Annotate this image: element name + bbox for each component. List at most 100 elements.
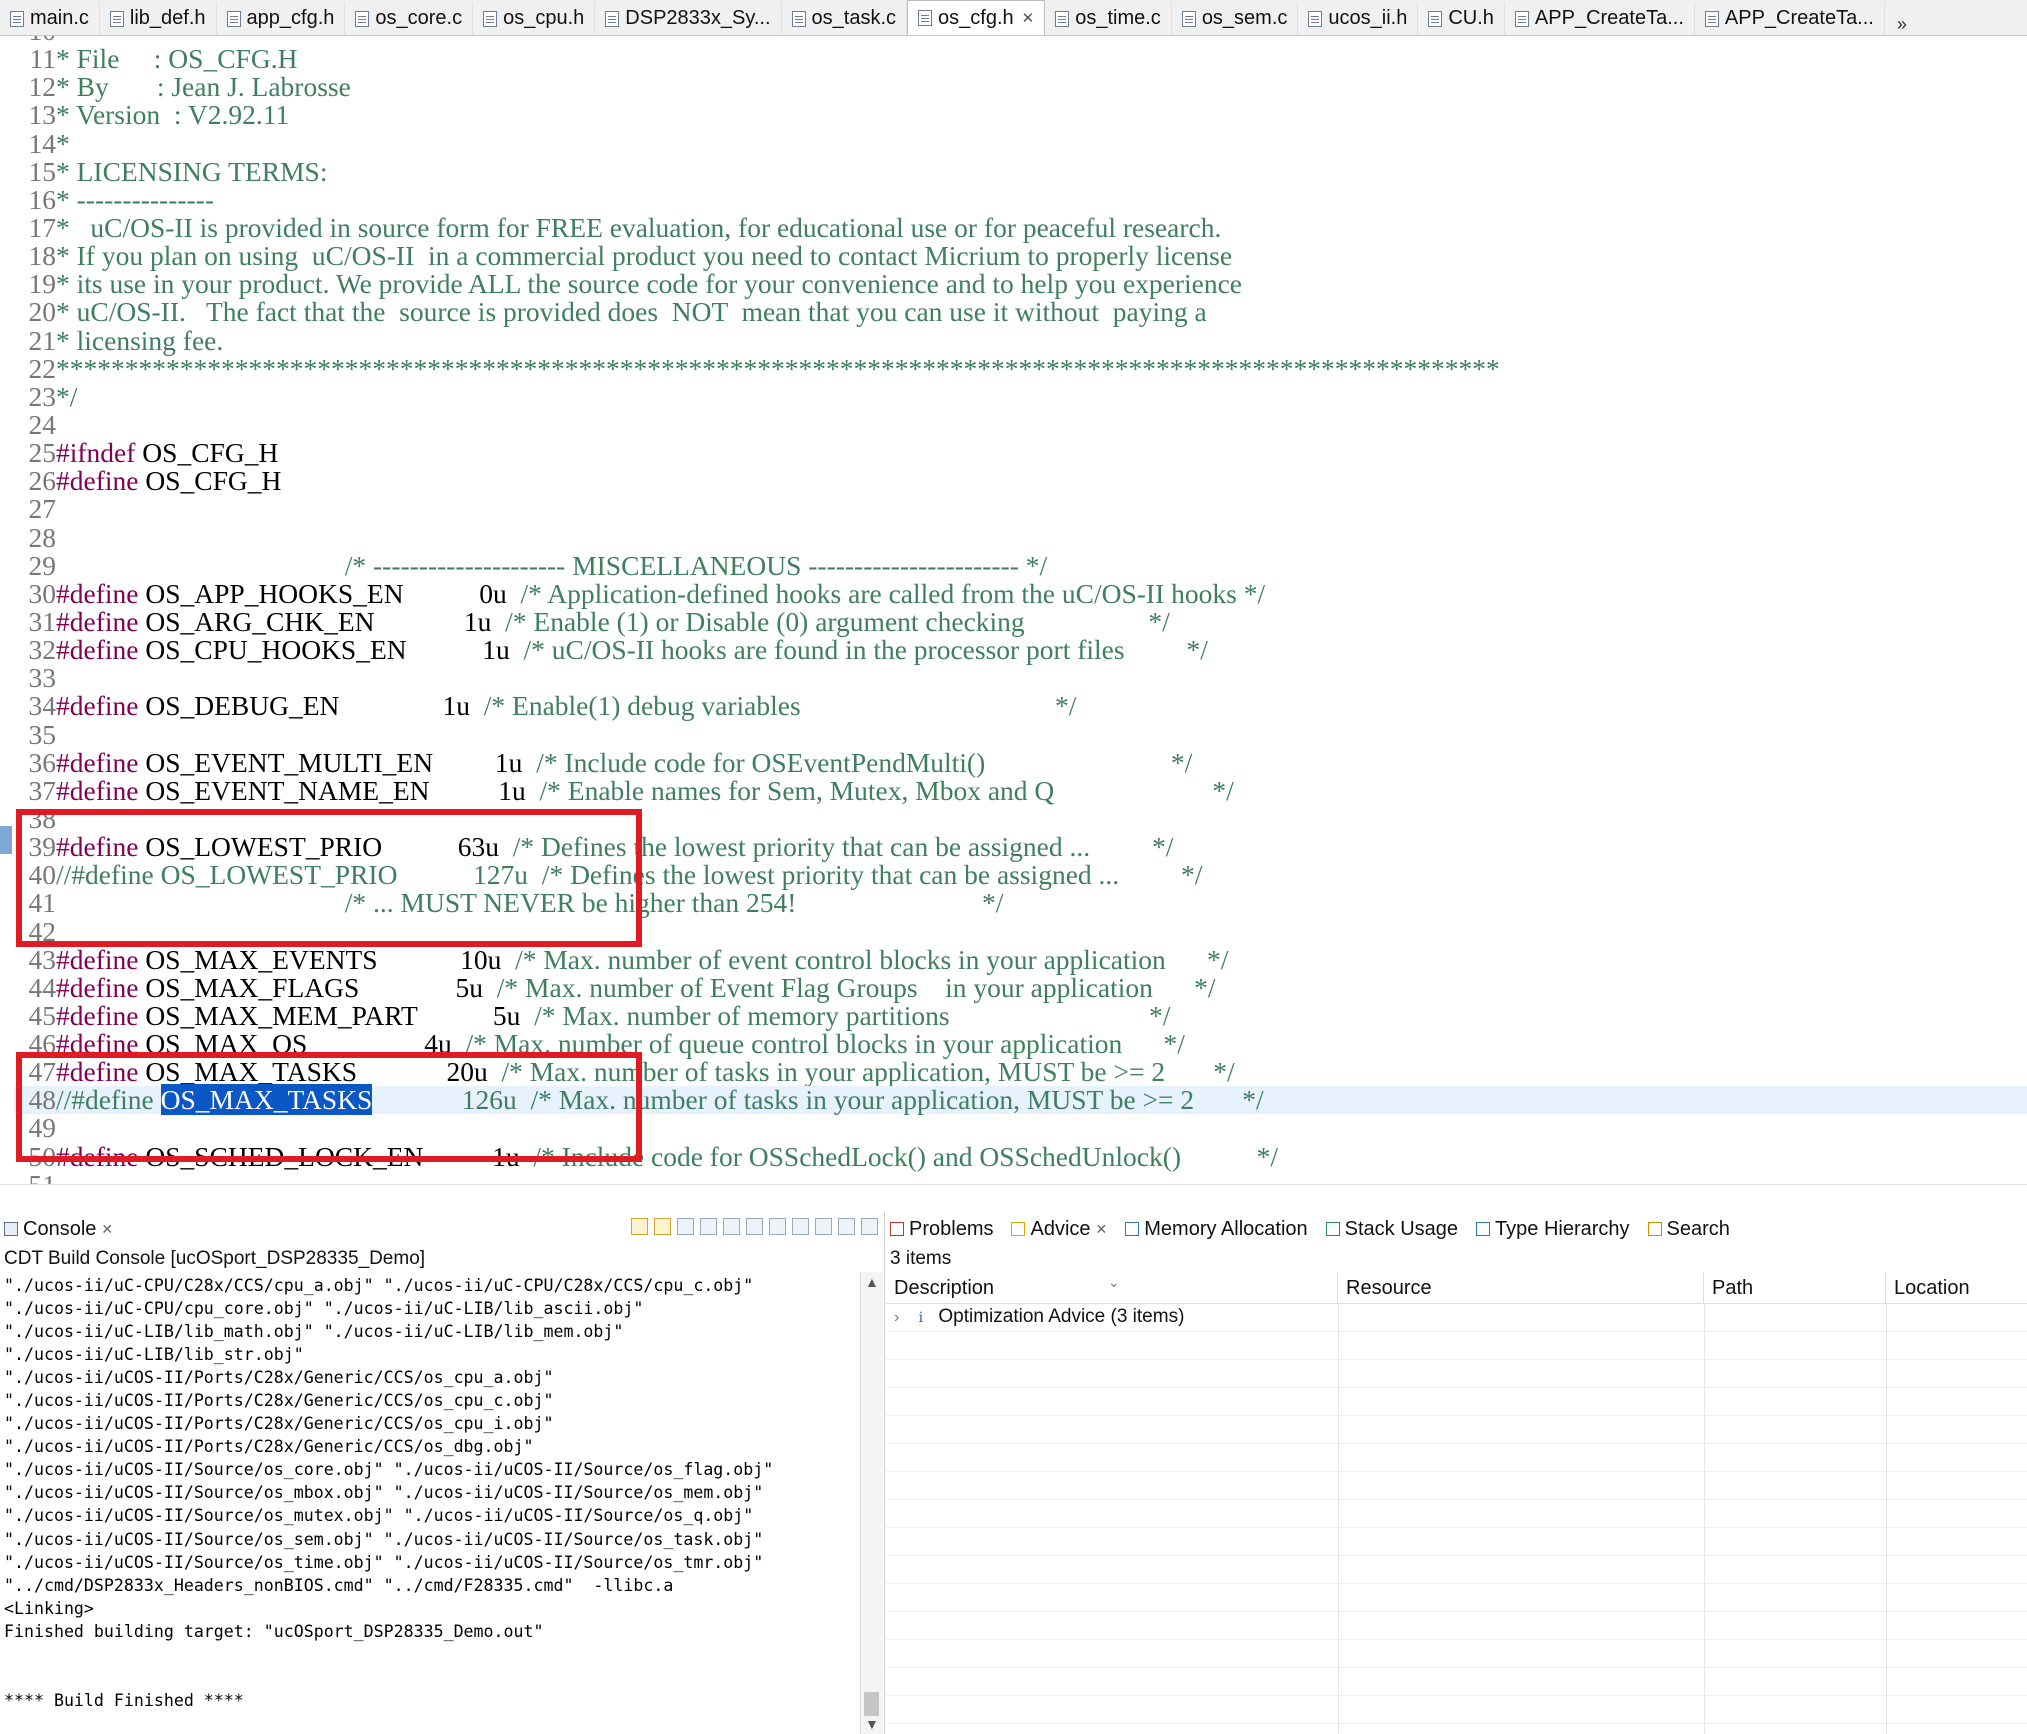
code-line[interactable]: 18* If you plan on using uC/OS-II in a c… (14, 240, 2027, 272)
minimize-icon[interactable] (838, 1218, 855, 1235)
code-line[interactable]: 21* licensing fee. (14, 326, 2027, 355)
scroll-down-icon[interactable]: ▼ (865, 1716, 879, 1732)
preprocessor-keyword: #define (56, 774, 139, 806)
scroll-up-icon[interactable]: ▲ (865, 1274, 879, 1290)
console-vertical-scrollbar[interactable]: ▲ ▼ (860, 1272, 883, 1734)
arrow-up-icon[interactable] (654, 1218, 671, 1235)
code-line[interactable]: 12* By : Jean J. Labrosse (14, 73, 2027, 101)
column-resource[interactable]: Resource (1338, 1272, 1704, 1304)
editor-tab[interactable]: os_task.c (782, 2, 908, 35)
editor-tab[interactable]: DSP2833x_Sy... (595, 2, 782, 35)
scroll-lock-icon[interactable] (631, 1218, 648, 1235)
code-line[interactable]: 44#define OS_MAX_FLAGS 5u /* Max. number… (14, 971, 2027, 1003)
editor-tab[interactable]: main.c (0, 2, 100, 35)
editor-tab[interactable]: CU.h (1418, 2, 1505, 35)
file-icon (1055, 10, 1070, 27)
editor-tab[interactable]: os_sem.c (1172, 2, 1299, 35)
editor-tab[interactable]: os_cfg.h ✕ (907, 0, 1046, 35)
code-text: OS_ARG_CHK_EN 1u (138, 605, 492, 637)
editor-tab-label: DSP2833x_Sy... (625, 7, 771, 29)
code-line[interactable]: 17* uC/OS-II is provided in source form … (14, 213, 2027, 242)
tab-label: Type Hierarchy (1495, 1217, 1630, 1240)
code-lines[interactable]: 10*11* File : OS_CFG.H12* By : Jean J. L… (14, 36, 2027, 1186)
code-line[interactable]: 19* its use in your product. We provide … (14, 270, 2027, 298)
pin-icon[interactable] (769, 1218, 786, 1235)
code-line[interactable]: 35 (14, 720, 2027, 749)
preprocessor-keyword: #define (56, 971, 139, 1003)
editor-tab[interactable]: os_cpu.h (473, 2, 596, 35)
column-location[interactable]: Location (1886, 1272, 2027, 1304)
tab-console[interactable]: Console ✕ (0, 1218, 113, 1241)
column-description[interactable]: Description ⌄ (886, 1272, 1338, 1304)
advice-table[interactable]: Description ⌄ Resource Path Location › i… (886, 1272, 2027, 1734)
code-line[interactable]: 43#define OS_MAX_EVENTS 10u /* Max. numb… (14, 945, 2027, 974)
code-line[interactable]: 22**************************************… (14, 354, 2027, 383)
editor-tab[interactable]: os_core.c (345, 2, 474, 35)
code-text: OS_DEBUG_EN 1u (138, 690, 470, 722)
code-line[interactable]: 45#define OS_MAX_MEM_PART 5u /* Max. num… (14, 1001, 2027, 1030)
code-line[interactable]: 25#ifndef OS_CFG_H (14, 437, 2027, 469)
code-line[interactable]: 29 /* --------------------- MISCELLANEOU… (14, 551, 2027, 580)
word-wrap-icon[interactable] (746, 1218, 763, 1235)
console-line: "./ucos-ii/uCOS-II/Source/os_time.obj" "… (4, 1552, 764, 1572)
new-console-icon[interactable] (815, 1218, 832, 1235)
column-resource-label: Resource (1346, 1277, 1432, 1299)
code-text: OS_APP_HOOKS_EN 0u (138, 577, 507, 609)
column-path[interactable]: Path (1704, 1272, 1886, 1304)
code-line[interactable]: 31#define OS_ARG_CHK_EN 1u /* Enable (1)… (14, 605, 2027, 637)
editor-tab[interactable]: APP_CreateTa... (1695, 2, 1885, 35)
code-line[interactable]: 13* Version : V2.92.11 (14, 101, 2027, 129)
maximize-icon[interactable] (861, 1218, 878, 1235)
copy-icon[interactable] (700, 1218, 717, 1235)
code-line[interactable]: 36#define OS_EVENT_MULTI_EN 1u /* Includ… (14, 748, 2027, 777)
editor-tab-label: os_task.c (811, 7, 897, 29)
editor-tab[interactable]: lib_def.h (100, 2, 217, 35)
code-line[interactable]: 23*/ (14, 382, 2027, 411)
code-line[interactable]: 14* (14, 129, 2027, 158)
tab-stack-usage[interactable]: Stack Usage (1322, 1218, 1458, 1241)
expand-chevron-icon[interactable]: › (894, 1309, 899, 1326)
editor-tab[interactable]: os_time.c (1045, 2, 1172, 35)
code-line[interactable]: 20* uC/OS-II. The fact that the source i… (14, 298, 2027, 326)
preprocessor-keyword: #ifndef (56, 437, 136, 469)
tab-type-hierarchy[interactable]: Type Hierarchy (1472, 1218, 1630, 1241)
code-line[interactable]: 26#define OS_CFG_H (14, 467, 2027, 495)
code-line[interactable]: 11* File : OS_CFG.H (14, 43, 2027, 75)
code-line[interactable]: 24 (14, 410, 2027, 439)
display-console-icon[interactable] (792, 1218, 809, 1235)
tab-advice[interactable]: Advice ✕ (1007, 1218, 1107, 1241)
tab-search[interactable]: Search (1644, 1218, 1730, 1241)
comment-text: * Version : V2.92.11 (56, 99, 290, 131)
code-line[interactable]: 15* LICENSING TERMS: (14, 155, 2027, 187)
line-number: 15 (28, 155, 57, 187)
line-number: 25 (28, 437, 57, 469)
code-line[interactable]: 37#define OS_EVENT_NAME_EN 1u /* Enable … (14, 774, 2027, 806)
comment-text: * File : OS_CFG.H (56, 43, 298, 75)
paste-icon[interactable] (723, 1218, 740, 1235)
code-line[interactable]: 27 (14, 495, 2027, 523)
editor-tab[interactable]: ucos_ii.h (1298, 2, 1419, 35)
scroll-thumb[interactable] (864, 1692, 879, 1716)
code-line[interactable]: 32#define OS_CPU_HOOKS_EN 1u /* uC/OS-II… (14, 635, 2027, 664)
comment-text: * If you plan on using uC/OS-II in a com… (56, 240, 1233, 272)
code-line[interactable]: 10* (14, 36, 2027, 45)
horizontal-scrollbar[interactable]: ‹ (0, 1184, 2027, 1186)
close-icon[interactable]: ✕ (101, 1221, 113, 1238)
code-line[interactable]: 30#define OS_APP_HOOKS_EN 0u /* Applicat… (14, 577, 2027, 609)
code-line[interactable]: 34#define OS_DEBUG_EN 1u /* Enable(1) de… (14, 692, 2027, 720)
advice-tree-item[interactable]: › i Optimization Advice (3 items) (894, 1306, 1184, 1328)
code-line[interactable]: 33 (14, 664, 2027, 692)
editor-tab[interactable]: app_cfg.h (217, 2, 346, 35)
console-line: "./ucos-ii/uCOS-II/Source/os_core.obj" "… (4, 1460, 774, 1480)
clear-console-icon[interactable] (677, 1218, 694, 1235)
tab-overflow-icon[interactable]: » (1885, 14, 1919, 35)
close-tab-icon[interactable]: ✕ (1022, 9, 1035, 27)
close-icon[interactable]: ✕ (1096, 1221, 1108, 1238)
tab-memory-allocation[interactable]: Memory Allocation (1121, 1218, 1308, 1241)
editor-tab[interactable]: APP_CreateTa... (1505, 2, 1695, 35)
code-line[interactable]: 28 (14, 523, 2027, 552)
tab-problems[interactable]: Problems (886, 1218, 993, 1241)
code-line[interactable]: 16* --------------- (14, 185, 2027, 214)
code-editor[interactable]: 10*11* File : OS_CFG.H12* By : Jean J. L… (0, 36, 2027, 1186)
console-output[interactable]: "./ucos-ii/uC-CPU/C28x/CCS/cpu_a.obj" ".… (4, 1274, 854, 1712)
